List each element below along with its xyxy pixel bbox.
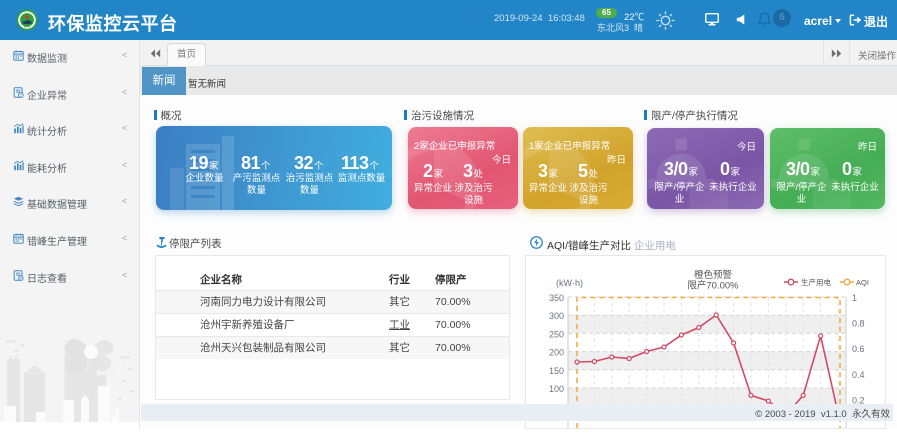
svg-text:350: 350: [549, 293, 564, 303]
svg-text:AQI: AQI: [856, 278, 869, 287]
svg-text:限产70.00%: 限产70.00%: [687, 280, 739, 292]
svg-text:(kW·h): (kW·h): [556, 278, 583, 288]
svg-text:橙色预警: 橙色预警: [694, 269, 733, 281]
svg-text:250: 250: [549, 329, 564, 339]
svg-text:150: 150: [549, 366, 564, 376]
svg-text:0.4: 0.4: [852, 370, 865, 380]
svg-text:200: 200: [549, 348, 564, 358]
svg-text:生产用电: 生产用电: [801, 277, 831, 287]
svg-text:100: 100: [549, 384, 564, 394]
svg-text:0.6: 0.6: [852, 344, 865, 354]
svg-text:0.8: 0.8: [852, 319, 865, 329]
svg-text:300: 300: [549, 311, 564, 321]
svg-text:1: 1: [852, 293, 857, 303]
